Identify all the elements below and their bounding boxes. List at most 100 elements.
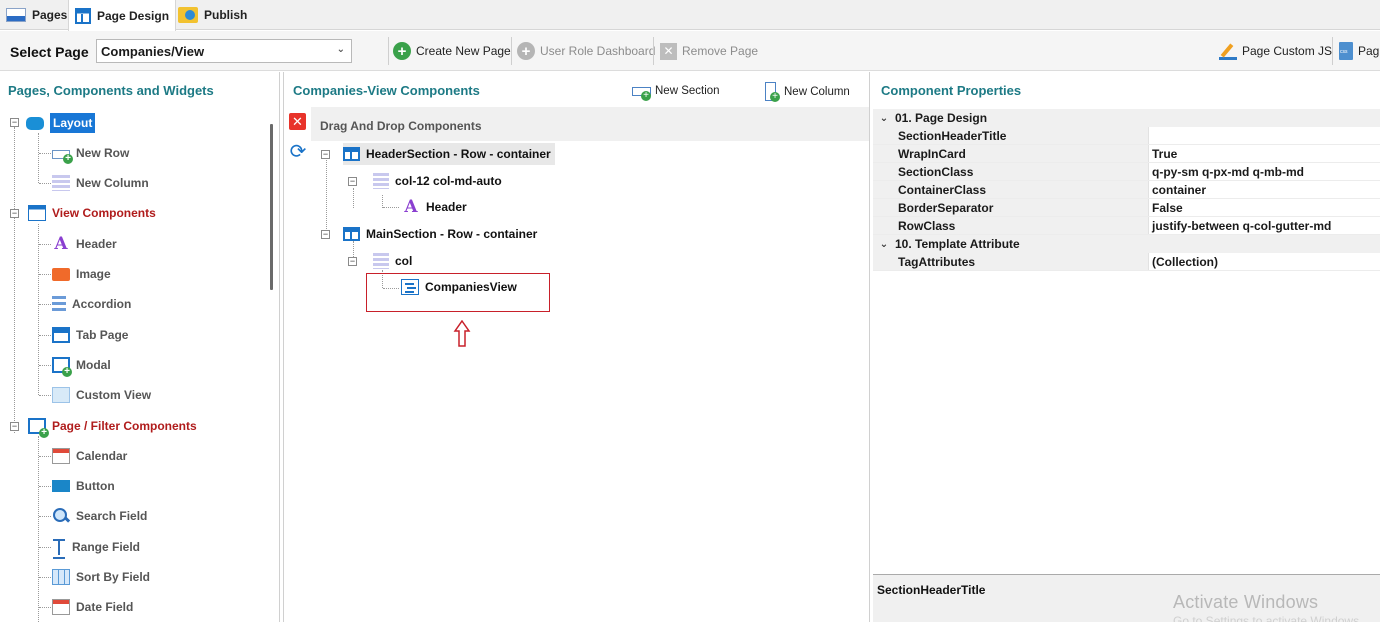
activate-windows-subtitle: Go to Settings to activate Windows. — [1173, 614, 1363, 622]
tree-main-col-label: col — [395, 254, 413, 268]
property-key: SectionClass — [895, 163, 1149, 180]
tree-tab-page-label: Tab Page — [76, 328, 129, 342]
new-column-icon — [52, 175, 70, 191]
property-row[interactable]: ContainerClass container — [873, 181, 1380, 199]
tree-view-components[interactable]: View Components — [28, 201, 156, 225]
refresh-button[interactable]: ⟳ — [287, 140, 309, 163]
tree-header-section[interactable]: HeaderSection - Row - container — [343, 143, 555, 165]
activate-windows-watermark: Activate Windows — [1173, 592, 1319, 612]
pencil-edit-icon — [1219, 42, 1237, 60]
property-value[interactable]: False — [1149, 199, 1380, 216]
property-row[interactable]: RowClass justify-between q-col-gutter-md — [873, 217, 1380, 235]
toolbar-divider — [388, 37, 389, 65]
new-column-button[interactable]: New Column — [763, 82, 850, 102]
property-row[interactable]: TagAttributes (Collection) — [873, 253, 1380, 271]
layout-icon — [26, 116, 44, 130]
tab-page-design[interactable]: Page Design — [68, 0, 177, 31]
tree-modal[interactable]: Modal — [52, 353, 111, 377]
chevron-down-icon[interactable]: ⌄ — [873, 113, 895, 124]
components-panel-title: Pages, Components and Widgets — [8, 83, 214, 98]
tree-header-col[interactable]: col-12 col-md-auto — [373, 170, 502, 192]
collapse-toggle[interactable]: − — [10, 422, 19, 431]
custom-view-icon — [52, 387, 70, 403]
search-icon — [52, 507, 70, 525]
tree-button-label: Button — [76, 479, 115, 493]
remove-page-button[interactable]: ✕ Remove Page — [660, 39, 758, 63]
property-value[interactable]: container — [1149, 181, 1380, 198]
page-custom-css-button[interactable]: Pag — [1339, 39, 1379, 63]
property-row[interactable]: SectionClass q-py-sm q-px-md q-mb-md — [873, 163, 1380, 181]
tree-sort-by-field[interactable]: Sort By Field — [52, 565, 150, 589]
new-column-icon — [763, 82, 781, 102]
tree-layout[interactable]: Layout — [26, 111, 96, 135]
tab-pages[interactable]: Pages — [0, 0, 73, 30]
new-section-button[interactable]: New Section — [632, 82, 720, 101]
tree-date-field[interactable]: Date Field — [52, 595, 133, 619]
row-section-icon — [343, 147, 360, 161]
tree-button[interactable]: Button — [52, 474, 115, 498]
user-role-dashboard-button[interactable]: + User Role Dashboard — [517, 39, 655, 63]
publish-icon — [178, 7, 198, 23]
tree-new-column-label: New Column — [76, 176, 149, 190]
user-role-dashboard-label: User Role Dashboard — [540, 44, 656, 58]
property-key: TagAttributes — [895, 253, 1149, 270]
tree-new-row-label: New Row — [76, 146, 130, 160]
property-value[interactable]: (Collection) — [1149, 253, 1380, 270]
tree-image[interactable]: Image — [52, 262, 111, 286]
tree-tab-page[interactable]: Tab Page — [52, 323, 128, 347]
property-key: SectionHeaderTitle — [895, 127, 1149, 144]
tree-page-filter-components[interactable]: Page / Filter Components — [28, 414, 197, 438]
close-icon: ✕ — [292, 113, 303, 129]
view-components-icon — [28, 205, 46, 221]
tree-header-item[interactable]: A Header — [402, 196, 466, 218]
tree-custom-view[interactable]: Custom View — [52, 383, 151, 407]
collapse-toggle[interactable]: − — [321, 230, 330, 239]
remove-page-label: Remove Page — [682, 44, 759, 58]
collapse-toggle[interactable]: − — [321, 150, 330, 159]
property-value[interactable]: True — [1149, 145, 1380, 162]
tree-accordion[interactable]: Accordion — [52, 292, 131, 316]
tree-header-col-label: col-12 col-md-auto — [395, 174, 502, 188]
tree-header[interactable]: A Header — [52, 232, 116, 256]
property-value[interactable] — [1149, 127, 1380, 144]
property-key: RowClass — [895, 217, 1149, 234]
tree-search-field[interactable]: Search Field — [52, 504, 147, 528]
chevron-down-icon[interactable]: ⌄ — [873, 239, 895, 250]
toolbar-divider — [511, 37, 512, 65]
left-panel-scrollbar[interactable] — [270, 124, 273, 290]
tree-new-column[interactable]: New Column — [52, 171, 149, 195]
collapse-toggle[interactable]: − — [10, 118, 19, 127]
collapse-toggle[interactable]: − — [10, 209, 19, 218]
create-new-page-button[interactable]: + Create New Page — [393, 39, 511, 63]
page-select-dropdown[interactable]: Companies/View ⌄ — [96, 39, 352, 63]
toolbar-divider — [1332, 37, 1333, 65]
property-row[interactable]: WrapInCard True — [873, 145, 1380, 163]
collapse-toggle[interactable]: − — [348, 257, 357, 266]
property-row[interactable]: SectionHeaderTitle — [873, 127, 1380, 145]
sort-grid-icon — [52, 569, 70, 585]
tree-range-field[interactable]: Range Field — [52, 535, 140, 559]
property-value[interactable]: justify-between q-col-gutter-md — [1149, 217, 1380, 234]
new-section-icon — [632, 82, 652, 101]
collapse-toggle[interactable]: − — [348, 177, 357, 186]
tree-main-section[interactable]: MainSection - Row - container — [343, 223, 537, 245]
tree-calendar[interactable]: Calendar — [52, 444, 127, 468]
range-icon — [52, 539, 66, 559]
property-group-page-design[interactable]: ⌄ 01. Page Design — [873, 109, 1380, 127]
tree-new-row[interactable]: New Row — [52, 141, 129, 165]
page-custom-js-label: Page Custom JS — [1242, 44, 1333, 58]
tree-line — [38, 436, 39, 622]
property-group-template-attribute[interactable]: ⌄ 10. Template Attribute — [873, 235, 1380, 253]
property-description-title: SectionHeaderTitle — [877, 583, 986, 597]
new-row-icon — [52, 150, 73, 164]
tab-publish[interactable]: Publish — [172, 0, 253, 30]
page-custom-js-button[interactable]: Page Custom JS — [1219, 39, 1332, 63]
delete-component-button[interactable]: ✕ — [289, 113, 306, 130]
tree-line — [14, 127, 15, 433]
tree-main-col[interactable]: col — [373, 250, 412, 272]
calendar-icon — [52, 448, 70, 464]
accordion-icon — [52, 296, 66, 312]
property-value[interactable]: q-py-sm q-px-md q-mb-md — [1149, 163, 1380, 180]
row-section-icon — [343, 227, 360, 241]
property-row[interactable]: BorderSeparator False — [873, 199, 1380, 217]
